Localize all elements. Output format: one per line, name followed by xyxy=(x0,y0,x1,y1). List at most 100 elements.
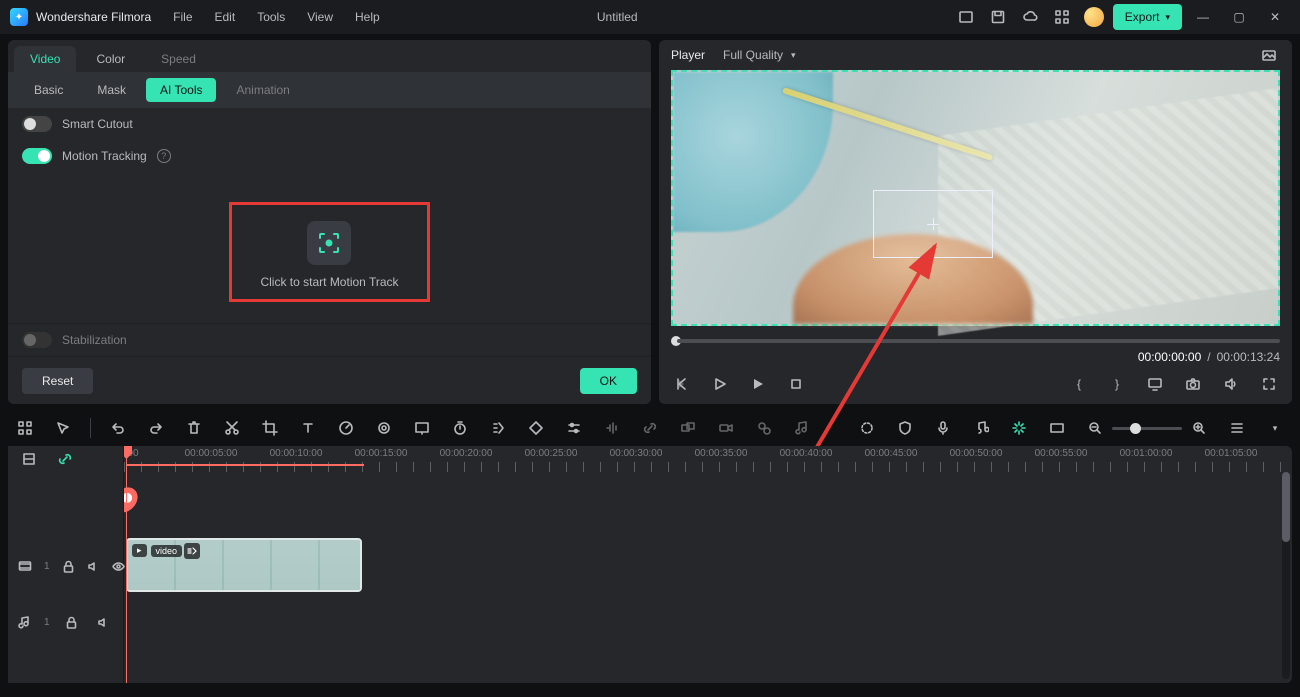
cut-icon[interactable] xyxy=(221,417,243,439)
marker-tool-icon[interactable] xyxy=(753,417,775,439)
mic-icon[interactable] xyxy=(932,417,954,439)
start-motion-track-button[interactable] xyxy=(307,221,351,265)
reset-button[interactable]: Reset xyxy=(22,368,93,394)
redo-icon[interactable] xyxy=(145,417,167,439)
avatar[interactable] xyxy=(1081,4,1107,30)
ai-icon[interactable] xyxy=(1008,417,1030,439)
zoom-out-icon[interactable] xyxy=(1084,417,1106,439)
crop-icon[interactable] xyxy=(259,417,281,439)
menu-edit[interactable]: Edit xyxy=(215,10,236,24)
menu-file[interactable]: File xyxy=(173,10,192,24)
color-icon[interactable] xyxy=(373,417,395,439)
timeline-collapse-icon[interactable] xyxy=(18,448,40,470)
eye-icon[interactable] xyxy=(112,555,125,577)
apps-icon[interactable] xyxy=(1049,4,1075,30)
tab-animation[interactable]: Animation xyxy=(222,78,303,102)
timeline-ruler[interactable]: 00:0000:00:05:0000:00:10:0000:00:15:0000… xyxy=(124,446,1292,472)
play-forward-button[interactable] xyxy=(747,373,769,395)
quality-dropdown[interactable]: Full Quality ▾ xyxy=(723,48,796,62)
tab-basic[interactable]: Basic xyxy=(20,78,77,102)
prev-frame-button[interactable] xyxy=(671,373,693,395)
render-icon[interactable] xyxy=(856,417,878,439)
adjust-icon[interactable] xyxy=(563,417,585,439)
player-header: Player Full Quality ▾ xyxy=(659,40,1292,70)
keyframe-icon[interactable] xyxy=(525,417,547,439)
layout-icon[interactable] xyxy=(953,4,979,30)
play-button[interactable] xyxy=(709,373,731,395)
video-clip[interactable]: ▸ video xyxy=(126,538,362,592)
export-button[interactable]: Export▾ xyxy=(1113,4,1182,30)
track-icon[interactable] xyxy=(487,417,509,439)
record-icon[interactable] xyxy=(715,417,737,439)
maximize-button[interactable]: ▢ xyxy=(1224,4,1254,30)
delete-icon[interactable] xyxy=(183,417,205,439)
smart-cutout-toggle[interactable] xyxy=(22,116,52,132)
minimize-button[interactable]: — xyxy=(1188,4,1218,30)
info-icon[interactable]: ? xyxy=(157,149,171,163)
speed-icon[interactable] xyxy=(335,417,357,439)
seek-bar[interactable] xyxy=(671,332,1280,350)
stabilization-row: Stabilization xyxy=(8,323,651,356)
link-icon[interactable] xyxy=(639,417,661,439)
mark-out-icon[interactable]: } xyxy=(1106,373,1128,395)
zoom-slider[interactable] xyxy=(1112,427,1182,430)
select-tool-icon[interactable] xyxy=(14,417,36,439)
playhead[interactable] xyxy=(126,446,127,683)
music-icon[interactable] xyxy=(970,417,992,439)
camera-icon[interactable] xyxy=(1182,373,1204,395)
cloud-icon[interactable] xyxy=(1017,4,1043,30)
lock-icon[interactable] xyxy=(62,611,82,633)
audio-track-header: 1 xyxy=(8,602,123,642)
chevron-down-icon[interactable]: ▾ xyxy=(1264,417,1286,439)
ok-button[interactable]: OK xyxy=(580,368,637,394)
tab-ai-tools[interactable]: AI Tools xyxy=(146,78,216,102)
document-title: Untitled xyxy=(282,10,953,24)
lock-icon[interactable] xyxy=(62,555,75,577)
ruler-label: 00:00:25:00 xyxy=(525,448,578,459)
player-tab[interactable]: Player xyxy=(671,48,705,62)
motion-tracker-box[interactable] xyxy=(873,190,993,258)
shield-icon[interactable] xyxy=(894,417,916,439)
stop-button[interactable] xyxy=(785,373,807,395)
text-icon[interactable] xyxy=(297,417,319,439)
motion-tracking-toggle[interactable] xyxy=(22,148,52,164)
ruler-label: 00:00:05:00 xyxy=(185,448,238,459)
list-icon[interactable] xyxy=(1226,417,1248,439)
tab-color[interactable]: Color xyxy=(80,46,141,72)
timeline-vscrollbar[interactable] xyxy=(1282,472,1290,679)
mute-icon[interactable] xyxy=(93,611,113,633)
video-track-header: 1 xyxy=(8,538,123,594)
snapshot-icon[interactable] xyxy=(1258,44,1280,66)
frame-icon[interactable] xyxy=(1046,417,1068,439)
close-button[interactable]: ✕ xyxy=(1260,4,1290,30)
tab-speed[interactable]: Speed xyxy=(145,46,212,72)
mark-in-icon[interactable]: { xyxy=(1068,373,1090,395)
preview-viewport[interactable] xyxy=(671,70,1280,326)
video-track-index: 1 xyxy=(44,561,50,572)
inspector-footer: Reset OK xyxy=(8,356,651,404)
stabilization-toggle[interactable] xyxy=(22,332,52,348)
timer-icon[interactable] xyxy=(449,417,471,439)
zoom-in-icon[interactable] xyxy=(1188,417,1210,439)
cursor-icon[interactable] xyxy=(52,417,74,439)
tabs-primary: Video Color Speed xyxy=(8,40,651,72)
seek-track[interactable] xyxy=(677,339,1280,343)
display-icon[interactable] xyxy=(1144,373,1166,395)
scroll-thumb[interactable] xyxy=(1282,472,1290,542)
timeline-link-icon[interactable] xyxy=(54,448,76,470)
volume-icon[interactable] xyxy=(1220,373,1242,395)
mute-icon[interactable] xyxy=(87,555,100,577)
group-icon[interactable] xyxy=(677,417,699,439)
fullscreen-icon[interactable] xyxy=(1258,373,1280,395)
clip-fx-icon[interactable] xyxy=(184,543,200,559)
timeline-tracks[interactable]: 00:0000:00:05:0000:00:10:0000:00:15:0000… xyxy=(124,446,1292,683)
zoom-knob[interactable] xyxy=(1130,423,1141,434)
undo-icon[interactable] xyxy=(107,417,129,439)
audio-tool-icon[interactable] xyxy=(601,417,623,439)
screen-icon[interactable] xyxy=(411,417,433,439)
music-tool-icon[interactable] xyxy=(791,417,813,439)
tab-mask[interactable]: Mask xyxy=(83,78,140,102)
timeline: 1 1 00:0000:00:05:0000:00:10:0000:00:15:… xyxy=(8,446,1292,683)
save-icon[interactable] xyxy=(985,4,1011,30)
tab-video[interactable]: Video xyxy=(14,46,76,72)
